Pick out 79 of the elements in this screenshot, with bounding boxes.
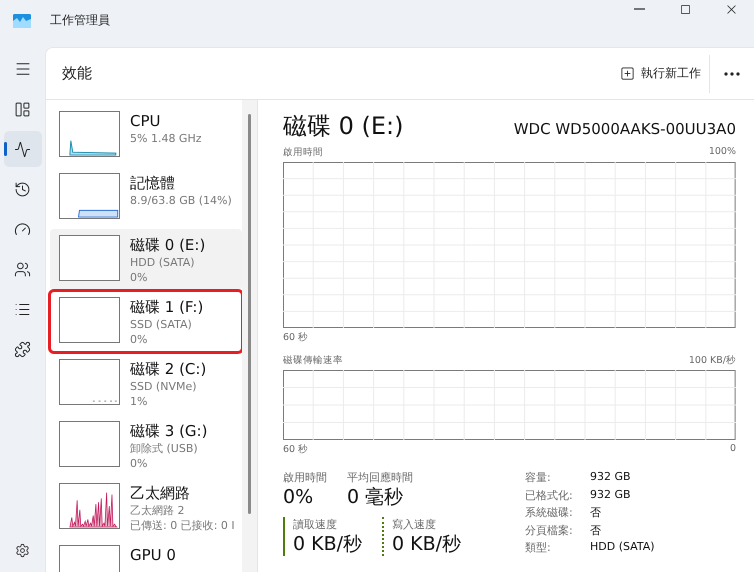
chart-max: 100 KB/秒 xyxy=(688,354,736,367)
stat-label: 寫入速度 xyxy=(392,517,438,532)
stat-value: 0% xyxy=(283,485,314,509)
property-value: 否 xyxy=(590,522,602,538)
usage-thumbnail xyxy=(59,235,120,281)
settings-icon xyxy=(15,542,30,558)
device-name: GPU 0 xyxy=(130,545,176,565)
puzzle-icon xyxy=(14,340,31,358)
property-label: 類型: xyxy=(525,540,552,556)
disk-title: 磁碟 0 (E:) xyxy=(283,111,404,142)
history-icon xyxy=(14,180,31,198)
time-label: 60 秒 xyxy=(283,443,308,456)
device-name: 磁碟 3 (G:) xyxy=(130,421,208,441)
memory-graph xyxy=(78,210,118,218)
device-item[interactable]: 記憶體 8.9/63.8 GB (14%) xyxy=(50,167,242,228)
property-label: 系統磁碟: xyxy=(525,505,574,521)
device-info: 卸除式 (USB) xyxy=(130,441,199,456)
chart-label: 磁碟傳輸速率 xyxy=(283,354,343,367)
scrollbar[interactable] xyxy=(242,100,257,572)
device-usage: 已傳送: 0 已接收: 0 I xyxy=(130,518,235,533)
property-label: 分頁檔案: xyxy=(525,522,574,538)
property-value: 否 xyxy=(590,505,602,521)
stat-label: 啟用時間 xyxy=(283,470,327,485)
pulse-icon xyxy=(14,140,31,158)
device-name: 磁碟 2 (C:) xyxy=(130,359,206,379)
app-icon xyxy=(13,14,31,28)
usage-thumbnail xyxy=(59,297,120,343)
device-info: SSD (NVMe) xyxy=(130,379,198,394)
device-name: 磁碟 0 (E:) xyxy=(130,235,206,255)
property-value: 932 GB xyxy=(590,488,632,503)
property-value: 932 GB xyxy=(590,470,632,485)
device-info: SSD (SATA) xyxy=(130,317,193,332)
device-item[interactable]: 磁碟 3 (G:) 卸除式 (USB) 0% xyxy=(50,415,242,476)
device-info: 乙太網路 2 xyxy=(130,503,186,518)
device-usage: 0% xyxy=(130,270,148,285)
add-icon xyxy=(620,66,635,81)
device-info: HDD (SATA) xyxy=(130,255,196,270)
device-item[interactable]: CPU 5% 1.48 GHz xyxy=(50,105,242,166)
device-name: CPU xyxy=(130,111,162,131)
gauge-icon xyxy=(14,220,31,238)
minimize-icon xyxy=(634,8,644,10)
page-title: 效能 xyxy=(62,64,92,83)
device-info: 5% 1.48 GHz xyxy=(130,131,202,146)
device-name: 乙太網路 xyxy=(130,483,191,503)
device-item[interactable]: 乙太網路 乙太網路 2 已傳送: 0 已接收: 0 I xyxy=(50,477,242,538)
cpu-graph xyxy=(69,140,116,156)
panels-icon xyxy=(14,100,31,118)
device-usage: 1% xyxy=(130,394,148,409)
device-usage: 0% xyxy=(130,456,148,471)
property-label: 已格式化: xyxy=(525,488,574,504)
device-item[interactable]: GPU 0 xyxy=(50,539,242,572)
users-icon xyxy=(14,260,31,278)
device-usage: 0% xyxy=(130,332,148,347)
property-label: 容量: xyxy=(525,470,552,486)
network-graph xyxy=(69,492,118,528)
nav-tab[interactable] xyxy=(4,131,42,167)
device-name: 磁碟 1 (F:) xyxy=(130,297,204,317)
device-info: 8.9/63.8 GB (14%) xyxy=(130,193,232,208)
chart-min: 0 xyxy=(730,443,736,456)
property-value: HDD (SATA) xyxy=(590,540,655,556)
usage-thumbnail xyxy=(59,421,120,467)
more-icon xyxy=(724,72,740,76)
device-item[interactable]: 磁碟 0 (E:) HDD (SATA) 0% xyxy=(50,229,242,290)
device-name: 記憶體 xyxy=(130,173,176,193)
stat-label: 讀取速度 xyxy=(293,517,338,532)
device-item[interactable]: 磁碟 1 (F:) SSD (SATA) 0% xyxy=(50,291,242,352)
disk-model: WDC WD5000AAKS-00UU3A0 xyxy=(514,120,736,138)
maximize-icon xyxy=(680,4,690,14)
stat-value: 0 KB/秒 xyxy=(293,532,362,556)
window-title: 工作管理員 xyxy=(50,12,110,29)
time-label: 60 秒 xyxy=(283,331,308,344)
stat-value: 0 毫秒 xyxy=(347,485,404,509)
scrollbar-thumb[interactable] xyxy=(248,114,252,514)
chart-label: 啟用時間 xyxy=(283,146,323,159)
run-task-button[interactable]: 執行新工作 xyxy=(612,54,710,92)
stat-value: 0 KB/秒 xyxy=(392,532,462,556)
chart-max: 100% xyxy=(708,146,736,159)
stat-label: 平均回應時間 xyxy=(347,470,413,485)
device-item[interactable]: 磁碟 2 (C:) SSD (NVMe) 1% xyxy=(50,353,242,414)
